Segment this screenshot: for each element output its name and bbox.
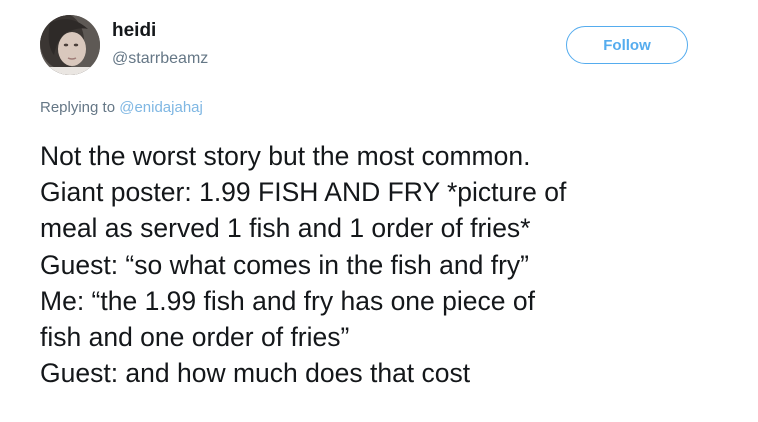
avatar[interactable] — [40, 15, 100, 75]
reply-mention-link[interactable]: @enidajahaj — [119, 99, 203, 116]
tweet-text: Not the worst story but the most common.… — [40, 138, 740, 391]
tweet-line: meal as served 1 fish and 1 order of fri… — [40, 213, 531, 244]
tweet-line: fish and one order of fries” — [40, 321, 350, 352]
display-name[interactable]: heidi — [112, 20, 156, 42]
user-handle[interactable]: @starrbeamz — [112, 49, 208, 69]
replying-to: Replying to @enidajahaj — [40, 98, 203, 118]
tweet-line: Not the worst story but the most common. — [40, 141, 531, 171]
replying-to-label: Replying to — [40, 99, 116, 116]
follow-button[interactable]: Follow — [566, 26, 688, 64]
tweet-line: Giant poster: 1.99 FISH AND FRY *picture… — [40, 177, 567, 208]
tweet-line: Me: “the 1.99 fish and fry has one piece… — [40, 285, 535, 316]
tweet-line: Guest: “so what comes in the fish and fr… — [40, 249, 529, 280]
tweet-card: heidi @starrbeamz Follow Replying to @en… — [0, 0, 758, 422]
tweet-line: Guest: and how much does that cost — [40, 358, 471, 389]
